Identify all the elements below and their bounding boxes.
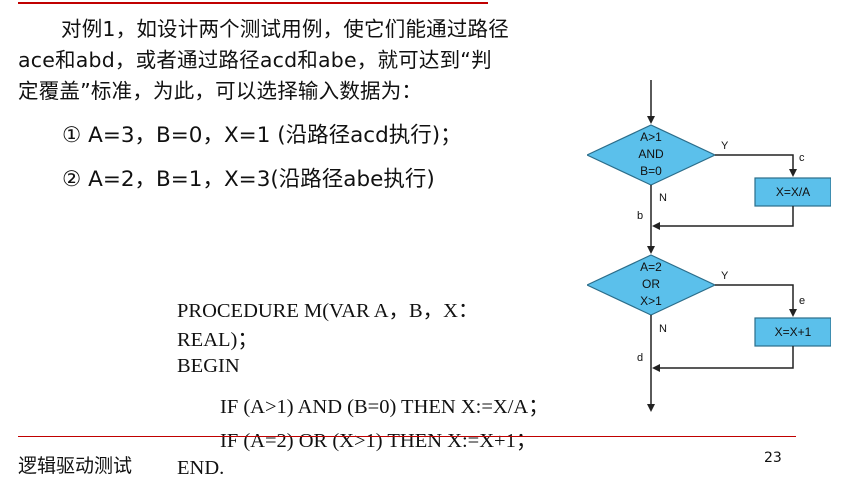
- path-b-label: b: [637, 210, 643, 222]
- no-label-2: N: [659, 323, 667, 335]
- decision-1-line-1: A>1: [640, 130, 662, 144]
- intro-line-3: 定覆盖”标准，为此，可以选择输入数据为：: [18, 79, 423, 103]
- footer-divider: [18, 436, 796, 437]
- process-1-label: X=X/A: [776, 185, 810, 199]
- intro-line-2: ace和abd，或者通过路径acd和abe，就可达到“判: [18, 48, 492, 72]
- code-line-6: END.: [177, 457, 225, 479]
- decision-1-line-3: B=0: [640, 164, 662, 178]
- test-case-2: ② A=2，B=1，X=3(沿路径abe执行): [62, 167, 435, 192]
- flowchart: A>1 AND B=0 Y c X=X/A N b A=2 OR X>1 Y e…: [585, 80, 832, 436]
- test-case-1: ① A=3，B=0，X=1 (沿路径acd执行)；: [62, 123, 462, 148]
- footer-title: 逻辑驱动测试: [18, 455, 133, 477]
- yes-branch-1: [715, 154, 797, 177]
- code-line-3: BEGIN: [177, 355, 240, 377]
- code-line-4: IF (A>1) AND (B=0) THEN X:=X/A；: [220, 396, 549, 418]
- top-divider: [18, 2, 488, 4]
- no-label-1: N: [659, 192, 667, 204]
- yes-branch-2: [715, 284, 797, 317]
- page-number: 23: [764, 450, 782, 466]
- decision-2-line-2: OR: [642, 277, 660, 291]
- process-2-label: X=X+1: [775, 325, 812, 339]
- path-d-label: d: [637, 352, 643, 364]
- code-line-5: IF (A=2) OR (X>1) THEN X:=X+1；: [220, 430, 537, 452]
- decision-1-line-2: AND: [638, 147, 664, 161]
- code-line-2: REAL)；: [177, 329, 258, 351]
- path-c-label: c: [799, 152, 805, 164]
- flowchart-svg: A>1 AND B=0 Y c X=X/A N b A=2 OR X>1 Y e…: [585, 80, 832, 412]
- decision-2-line-3: X>1: [640, 294, 662, 308]
- decision-2-line-1: A=2: [640, 260, 662, 274]
- yes-label-2: Y: [721, 270, 729, 282]
- intro-paragraph: 对例1，如设计两个测试用例，使它们能通过路径 ace和abd，或者通过路径acd…: [18, 14, 593, 107]
- yes-label-1: Y: [721, 140, 729, 152]
- path-e-label: e: [799, 295, 805, 307]
- merge-2-arrow: [652, 346, 794, 372]
- code-line-1: PROCEDURE M(VAR A，B，X：: [177, 300, 479, 322]
- merge-1-arrow: [652, 206, 794, 230]
- intro-line-1: 对例1，如设计两个测试用例，使它们能通过路径: [61, 17, 509, 41]
